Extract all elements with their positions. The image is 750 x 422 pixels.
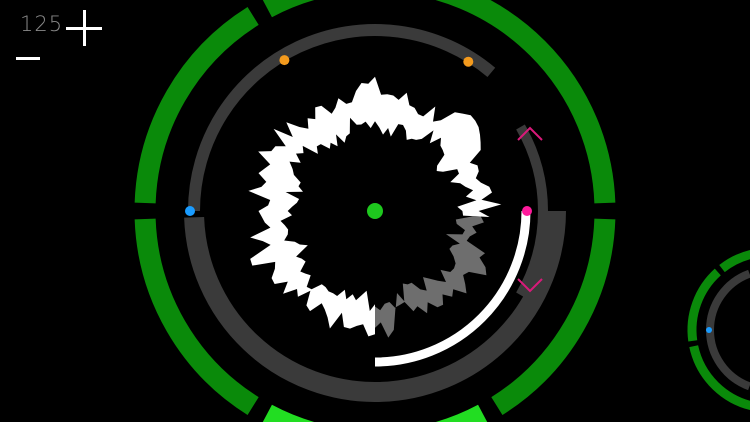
minus-icon[interactable] bbox=[16, 50, 44, 66]
outer-ring-segment[interactable] bbox=[262, 404, 488, 422]
cue-marker[interactable] bbox=[522, 206, 532, 216]
side-disc-cue-marker[interactable] bbox=[706, 327, 712, 333]
plus-icon[interactable] bbox=[66, 10, 104, 48]
waveform-played bbox=[375, 216, 487, 338]
cue-marker[interactable] bbox=[185, 206, 195, 216]
tempo-readout: 125 bbox=[20, 12, 64, 36]
side-disc[interactable] bbox=[687, 250, 750, 410]
outer-ring-segment[interactable] bbox=[262, 0, 367, 18]
side-disc-track bbox=[706, 269, 750, 391]
side-disc-ring-segment[interactable] bbox=[689, 345, 750, 410]
side-disc-ring-segment[interactable] bbox=[719, 250, 750, 273]
cue-marker[interactable] bbox=[279, 55, 290, 66]
cue-marker[interactable] bbox=[463, 56, 474, 67]
game-stage[interactable] bbox=[0, 0, 750, 422]
center-dot[interactable] bbox=[367, 203, 383, 219]
